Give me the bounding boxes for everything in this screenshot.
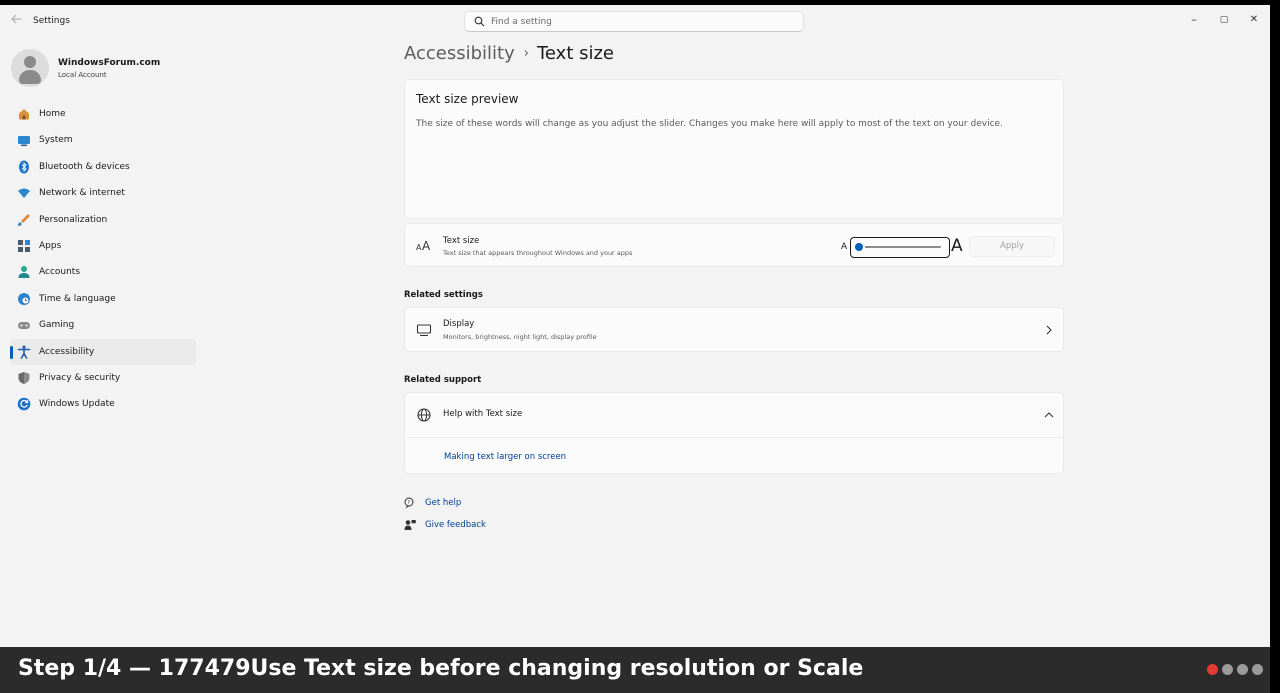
sidebar-item-windows-update[interactable]: Windows Update — [10, 391, 196, 417]
text-size-preview-card: Text size preview The size of these word… — [404, 79, 1064, 219]
back-arrow-icon — [10, 14, 21, 24]
sidebar-item-label: Home — [39, 109, 66, 119]
preview-title: Text size preview — [416, 92, 519, 106]
sidebar-item-system[interactable]: System — [10, 127, 196, 153]
breadcrumb-parent[interactable]: Accessibility — [404, 43, 515, 64]
sidebar-item-label: Windows Update — [39, 399, 115, 410]
slider-thumb[interactable] — [855, 243, 863, 251]
chevron-up-icon[interactable] — [1044, 411, 1054, 419]
sidebar-item-label: Bluetooth & devices — [39, 161, 130, 172]
chevron-right-icon — [1046, 325, 1052, 335]
avatar-shoulders — [19, 70, 41, 84]
home-icon — [19, 109, 29, 120]
sidebar-item-label: Accounts — [39, 267, 81, 278]
maximize-button[interactable]: ▢ — [1208, 10, 1240, 30]
sidebar-item-label: System — [39, 135, 73, 146]
brush-icon — [18, 213, 30, 226]
related-support-heading: Related support — [404, 375, 482, 385]
svg-text:A: A — [422, 239, 431, 253]
bluetooth-icon — [19, 160, 29, 174]
minimize-button[interactable]: – — [1178, 10, 1210, 30]
sidebar-item-personalization[interactable]: Personalization — [10, 207, 196, 233]
update-icon — [17, 397, 31, 411]
text-size-setting-row: AA Text size Text size that appears thro… — [404, 223, 1064, 267]
step-caption: Step 1/4 — 177479Use Text size before ch… — [18, 656, 864, 681]
slider-max-label: A — [951, 236, 963, 256]
app-title: Settings — [33, 16, 70, 26]
display-icon — [416, 324, 432, 337]
text-size-slider[interactable] — [850, 237, 950, 258]
system-icon — [18, 136, 30, 147]
get-help-icon: ? — [404, 497, 414, 509]
sidebar-item-accounts[interactable]: Accounts — [10, 259, 196, 285]
sidebar-item-network[interactable]: Network & internet — [10, 180, 196, 206]
tutorial-step-bar: Step 1/4 — 177479Use Text size before ch… — [0, 647, 1270, 693]
help-link-larger-text[interactable]: Making text larger on screen — [444, 452, 566, 462]
sidebar-item-gaming[interactable]: Gaming — [10, 312, 196, 338]
help-expander: Help with Text size Making text larger o… — [404, 392, 1064, 474]
slider-track[interactable] — [861, 246, 941, 248]
get-help-label[interactable]: Get help — [425, 498, 461, 508]
search-box[interactable] — [464, 11, 804, 32]
profile-name: WindowsForum.com — [58, 58, 161, 68]
page-title: Text size — [536, 43, 614, 64]
title-bar: Settings – ▢ ✕ — [0, 5, 1270, 37]
wifi-icon — [18, 188, 30, 199]
maximize-icon: ▢ — [1219, 15, 1229, 25]
sidebar-item-apps[interactable]: Apps — [10, 233, 196, 259]
breadcrumb: Accessibility › Text size — [404, 43, 614, 64]
slider-min-label: A — [841, 242, 848, 252]
sidebar-item-label: Gaming — [39, 320, 75, 331]
search-icon — [474, 16, 485, 27]
globe-clock-icon — [18, 292, 30, 305]
sidebar-item-bluetooth[interactable]: Bluetooth & devices — [10, 154, 196, 180]
display-title: Display — [443, 319, 475, 329]
text-size-subtitle: Text size that appears throughout Window… — [443, 249, 633, 257]
minimize-icon: – — [1191, 13, 1197, 26]
close-icon: ✕ — [1249, 14, 1259, 25]
sidebar-nav: Home System Bluetooth & devices Network … — [10, 101, 196, 418]
related-settings-heading: Related settings — [404, 290, 483, 300]
sidebar-item-accessibility[interactable]: Accessibility — [10, 338, 196, 365]
apps-icon — [18, 239, 30, 252]
text-size-title: Text size — [443, 236, 480, 246]
shield-icon — [18, 371, 30, 384]
gamepad-icon — [18, 322, 30, 330]
preview-text: The size of these words will change as y… — [416, 119, 1003, 129]
divider — [405, 437, 1063, 438]
sidebar-item-label: Time & language — [39, 293, 116, 304]
feedback-icon — [404, 520, 416, 530]
settings-window: Settings – ▢ ✕ WindowsForum.com Local Ac… — [0, 5, 1270, 647]
breadcrumb-separator-icon: › — [523, 46, 529, 61]
accessibility-icon — [17, 345, 31, 359]
active-indicator — [10, 345, 13, 359]
text-size-icon: AA — [416, 239, 431, 253]
avatar — [11, 49, 49, 87]
give-feedback-label[interactable]: Give feedback — [425, 520, 486, 530]
search-input[interactable] — [491, 15, 791, 29]
sidebar-item-label: Accessibility — [39, 346, 95, 357]
globe-icon — [417, 408, 431, 422]
accounts-icon — [18, 266, 30, 279]
apply-button[interactable]: Apply — [969, 236, 1055, 257]
svg-text:?: ? — [407, 500, 410, 506]
close-button[interactable]: ✕ — [1238, 10, 1270, 30]
sidebar-item-label: Apps — [39, 240, 62, 251]
sidebar-item-label: Personalization — [39, 214, 108, 225]
display-subtitle: Monitors, brightness, night light, displ… — [443, 333, 597, 341]
profile-account-type: Local Account — [58, 71, 107, 79]
sidebar-item-label: Network & internet — [39, 188, 125, 199]
display-setting-row[interactable]: Display Monitors, brightness, night ligh… — [404, 307, 1064, 352]
sidebar-item-home[interactable]: Home — [10, 101, 196, 127]
step-dot[interactable] — [1252, 664, 1263, 675]
help-title[interactable]: Help with Text size — [443, 409, 522, 419]
back-button[interactable] — [8, 14, 24, 28]
sidebar-item-privacy-security[interactable]: Privacy & security — [10, 365, 196, 391]
sidebar-item-time-language[interactable]: Time & language — [10, 286, 196, 312]
sidebar-item-label: Privacy & security — [39, 372, 121, 383]
avatar-head — [24, 56, 36, 68]
step-dot[interactable] — [1222, 664, 1233, 675]
step-dot[interactable] — [1207, 664, 1218, 675]
step-dot[interactable] — [1237, 664, 1248, 675]
